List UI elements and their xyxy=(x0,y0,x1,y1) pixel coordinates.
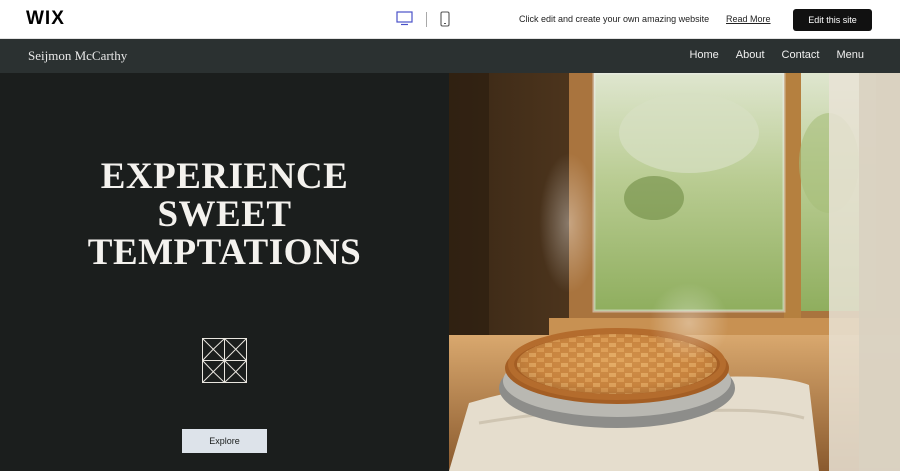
edit-site-button[interactable]: Edit this site xyxy=(793,9,872,31)
nav-about[interactable]: About xyxy=(736,49,765,61)
explore-button[interactable]: Explore xyxy=(182,429,267,453)
hero-text-panel: EXPERIENCE SWEET TEMPTATIONS Explore xyxy=(0,73,449,471)
main-nav: Home About Contact Menu xyxy=(672,49,864,61)
nav-home[interactable]: Home xyxy=(689,49,718,61)
nav-contact[interactable]: Contact xyxy=(782,49,820,61)
hero-image xyxy=(449,73,900,471)
headline-line-2: SWEET xyxy=(157,194,292,235)
nav-menu[interactable]: Menu xyxy=(836,49,864,61)
read-more-link[interactable]: Read More xyxy=(726,14,771,24)
hero-headline: EXPERIENCE SWEET TEMPTATIONS xyxy=(0,158,449,272)
geometric-emblem-icon xyxy=(202,338,247,388)
promo-text: Click edit and create your own amazing w… xyxy=(519,14,710,24)
site-title[interactable]: Seijmon McCarthy xyxy=(28,48,127,64)
desktop-icon[interactable] xyxy=(396,11,413,31)
mobile-icon[interactable] xyxy=(440,11,450,32)
site-header: Seijmon McCarthy Home About Contact Menu xyxy=(0,39,900,73)
headline-line-1: EXPERIENCE xyxy=(100,156,349,197)
device-separator xyxy=(426,12,427,27)
wix-top-bar: WIX Click edit and create your own amazi… xyxy=(0,0,900,39)
wix-logo[interactable]: WIX xyxy=(26,8,65,30)
headline-line-3: TEMPTATIONS xyxy=(87,232,362,273)
